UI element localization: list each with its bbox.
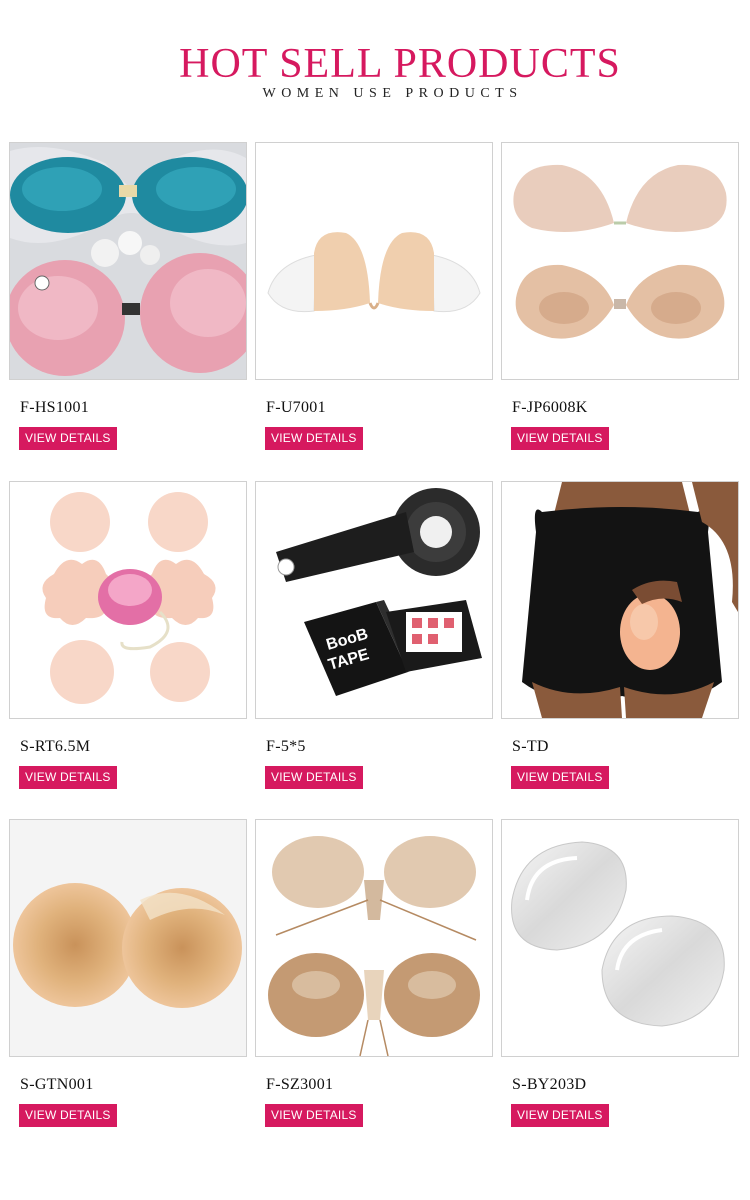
product-image[interactable] (255, 819, 493, 1057)
product-image[interactable]: BooB TAPE (255, 481, 493, 719)
product-image[interactable] (501, 819, 739, 1057)
product-code: F-SZ3001 (266, 1076, 334, 1093)
product-code: F-5*5 (266, 738, 306, 755)
product-image[interactable] (501, 142, 739, 380)
view-details-button[interactable]: VIEW DETAILS (511, 427, 609, 450)
product-image[interactable] (255, 142, 493, 380)
view-details-button[interactable]: VIEW DETAILS (511, 1104, 609, 1127)
product-code: F-HS1001 (20, 399, 90, 416)
view-details-button[interactable]: VIEW DETAILS (265, 766, 363, 789)
product-code: F-U7001 (266, 399, 326, 416)
product-code: S-RT6.5M (20, 738, 91, 755)
view-details-button[interactable]: VIEW DETAILS (19, 766, 117, 789)
product-image[interactable] (9, 142, 247, 380)
view-details-button[interactable]: VIEW DETAILS (19, 1104, 117, 1127)
view-details-button[interactable]: VIEW DETAILS (19, 427, 117, 450)
view-details-button[interactable]: VIEW DETAILS (511, 766, 609, 789)
page-subtitle: WOMEN USE PRODUCTS (262, 86, 523, 101)
product-image[interactable] (501, 481, 739, 719)
view-details-button[interactable]: VIEW DETAILS (265, 1104, 363, 1127)
product-code: S-GTN001 (20, 1076, 94, 1093)
page-title: HOT SELL PRODUCTS (179, 41, 621, 87)
view-details-button[interactable]: VIEW DETAILS (265, 427, 363, 450)
product-code: F-JP6008K (512, 399, 588, 416)
product-code: S-TD (512, 738, 549, 755)
product-code: S-BY203D (512, 1076, 587, 1093)
product-image[interactable] (9, 819, 247, 1057)
product-image[interactable] (9, 481, 247, 719)
